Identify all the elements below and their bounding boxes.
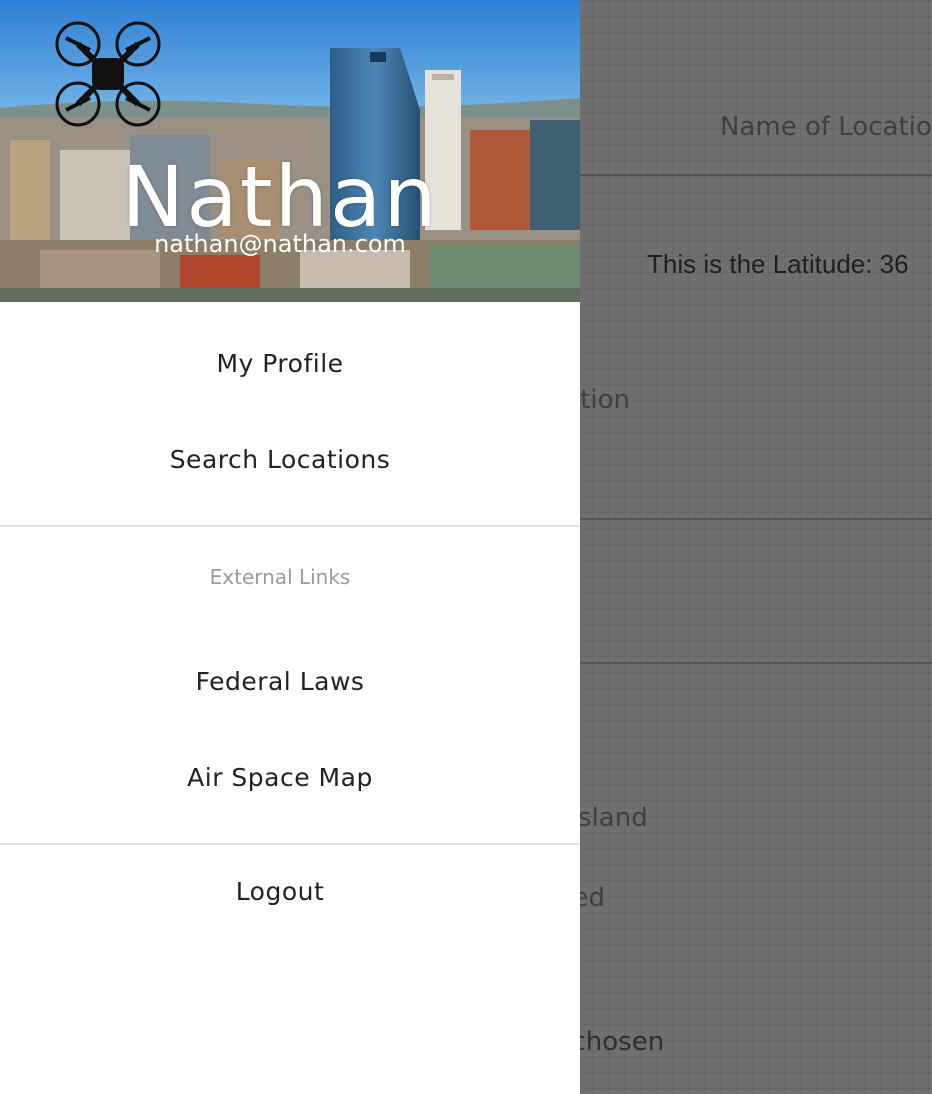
menu-item-logout[interactable]: Logout [0,877,560,906]
menu-divider [0,843,580,845]
location-name-field[interactable]: Name of Locatio [720,112,932,142]
latitude-text: This is the Latitude: 36 [647,249,909,279]
menu-item-air-space-map[interactable]: Air Space Map [0,763,560,792]
menu-divider [0,525,580,527]
menu-item-my-profile[interactable]: My Profile [0,349,560,378]
external-links-header: External Links [209,565,351,589]
menu-item-search-locations[interactable]: Search Locations [0,445,560,474]
menu-item-federal-laws[interactable]: Federal Laws [0,667,560,696]
drawer-header: Nathan nathan@nathan.com [0,0,580,302]
drone-icon [55,21,161,127]
user-email: nathan@nathan.com [154,230,406,258]
navigation-drawer: Nathan nathan@nathan.com My Profile Sear… [0,0,580,1094]
